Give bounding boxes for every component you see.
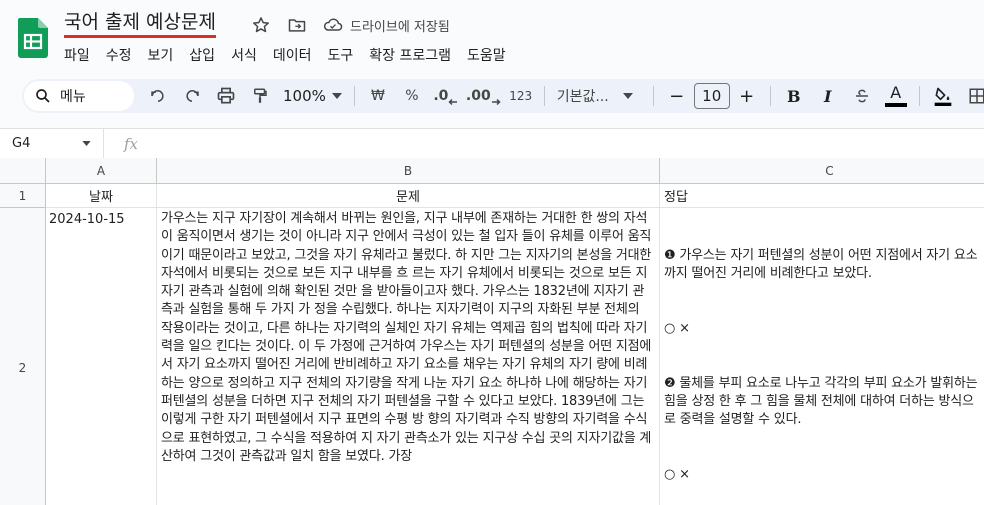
redo-icon xyxy=(186,90,199,102)
answer-mark-2: ○ × xyxy=(664,467,690,483)
more-formats-button[interactable]: 123 xyxy=(507,82,535,110)
name-box-value: G4 xyxy=(12,136,31,151)
toolbar-divider xyxy=(652,86,654,106)
menu-view[interactable]: 보기 xyxy=(140,44,182,68)
menu-bar: 파일 수정 보기 삽입 서식 데이터 도구 확장 프로그램 도움말 xyxy=(56,44,514,68)
menu-help[interactable]: 도움말 xyxy=(459,44,514,68)
search-menus-label: 메뉴 xyxy=(60,89,86,105)
answer-mark-1: ○ × xyxy=(664,320,690,336)
dropdown-arrow-icon xyxy=(82,141,91,146)
cell-a2[interactable]: 2024-10-15 xyxy=(46,208,157,505)
select-all-corner[interactable] xyxy=(0,158,46,184)
date-value: 2024-10-15 xyxy=(49,212,125,227)
fill-color-icon xyxy=(934,87,952,106)
zoom-value: 100% xyxy=(283,87,326,105)
paint-format-icon xyxy=(254,88,267,103)
title-bar: 국어 출제 예상문제 드라이브에 저장됨 파일 수정 보기 삽입 서식 데이터 … xyxy=(0,0,984,72)
arrow-left-icon xyxy=(448,98,458,106)
bold-button[interactable]: B xyxy=(780,82,808,110)
formula-bar: G4 fx xyxy=(0,128,984,159)
menu-format[interactable]: 서식 xyxy=(223,44,265,68)
row-header-2[interactable]: 2 xyxy=(0,208,46,505)
format-currency-button[interactable]: ₩ xyxy=(364,82,392,110)
strikethrough-icon xyxy=(855,89,868,103)
font-family-value: 기본값... xyxy=(556,89,609,105)
fill-color-button[interactable] xyxy=(929,82,957,110)
text-color-swatch xyxy=(884,103,907,107)
decrease-font-size-button[interactable]: − xyxy=(663,82,691,110)
sheet-grid: A B C 1 2 날짜 문제 정답 2024-10-15 가우스는 지구 자기… xyxy=(0,158,984,505)
arrow-right-icon xyxy=(491,98,501,106)
dropdown-arrow-icon xyxy=(622,93,633,99)
toolbar-divider xyxy=(543,86,545,106)
cell-b1[interactable]: 문제 xyxy=(157,184,660,208)
answer-text: ❶ 가우스는 자기 퍼텐셜의 성분이 어떤 지점에서 자기 요소까지 떨어진 거… xyxy=(660,208,984,505)
menu-edit[interactable]: 수정 xyxy=(98,44,140,68)
cloud-saved-icon[interactable] xyxy=(322,14,344,36)
star-icon[interactable] xyxy=(250,14,272,36)
menu-data[interactable]: 데이터 xyxy=(265,44,320,68)
format-percent-button[interactable]: % xyxy=(398,82,426,110)
answer-statement-1: ❶ 가우스는 자기 퍼텐셜의 성분이 어떤 지점에서 자기 요소까지 떨어진 거… xyxy=(664,247,978,281)
toolbar-divider xyxy=(353,86,355,106)
cell-c2[interactable]: ❶ 가우스는 자기 퍼텐셜의 성분이 어떤 지점에서 자기 요소까지 떨어진 거… xyxy=(660,208,984,505)
answer-statement-2: ❷ 물체를 부피 요소로 나누고 각각의 부피 요소가 발휘하는 힘을 상정 한… xyxy=(664,375,982,428)
dropdown-arrow-icon xyxy=(331,93,342,99)
print-icon xyxy=(217,87,235,104)
undo-button[interactable] xyxy=(144,82,172,110)
fx-icon: fx xyxy=(124,134,139,153)
document-title[interactable]: 국어 출제 예상문제 xyxy=(64,10,216,38)
menu-insert[interactable]: 삽입 xyxy=(181,44,223,68)
cell-b2[interactable]: 가우스는 지구 자기장이 계속해서 바뀌는 원인을, 지구 내부에 존재하는 거… xyxy=(157,208,660,505)
borders-button[interactable] xyxy=(963,82,984,110)
question-text: 가우스는 지구 자기장이 계속해서 바뀌는 원인을, 지구 내부에 존재하는 거… xyxy=(161,211,656,464)
borders-icon xyxy=(969,88,984,104)
menu-extensions[interactable]: 확장 프로그램 xyxy=(361,44,459,68)
decrease-decimal-button[interactable]: .0 xyxy=(432,82,460,110)
strikethrough-button[interactable] xyxy=(848,82,876,110)
column-header-b[interactable]: B xyxy=(157,158,660,184)
toolbar: 메뉴 100% ₩ % .0 .00 123 기본값... − 10 + B I xyxy=(22,79,984,113)
toolbar-divider xyxy=(769,86,771,106)
menu-tools[interactable]: 도구 xyxy=(319,44,361,68)
cell-a1[interactable]: 날짜 xyxy=(46,184,157,208)
cell-c1[interactable]: 정답 xyxy=(660,184,984,208)
search-menus-box[interactable]: 메뉴 xyxy=(24,81,134,111)
font-size-input[interactable]: 10 xyxy=(693,83,730,109)
redo-button[interactable] xyxy=(178,82,206,110)
name-box[interactable]: G4 xyxy=(0,128,104,159)
sheets-logo-icon[interactable] xyxy=(18,18,48,58)
increase-font-size-button[interactable]: + xyxy=(733,82,761,110)
paint-format-button[interactable] xyxy=(246,82,274,110)
undo-icon xyxy=(151,90,164,102)
move-to-folder-icon[interactable] xyxy=(286,14,308,36)
italic-button[interactable]: I xyxy=(814,82,842,110)
title-actions: 드라이브에 저장됨 xyxy=(250,14,450,36)
menu-file[interactable]: 파일 xyxy=(56,44,98,68)
column-header-a[interactable]: A xyxy=(46,158,157,184)
search-icon xyxy=(36,89,50,103)
increase-decimal-label: .00 xyxy=(465,88,491,104)
zoom-select[interactable]: 100% xyxy=(277,87,348,105)
print-button[interactable] xyxy=(212,82,240,110)
row-header-1[interactable]: 1 xyxy=(0,184,46,208)
font-family-select[interactable]: 기본값... xyxy=(551,86,647,106)
text-color-button[interactable]: A xyxy=(882,82,910,110)
toolbar-divider xyxy=(918,86,920,106)
increase-decimal-button[interactable]: .00 xyxy=(466,82,501,110)
text-color-letter: A xyxy=(890,83,902,102)
decrease-decimal-label: .0 xyxy=(433,88,449,104)
column-header-c[interactable]: C xyxy=(660,158,984,184)
save-status: 드라이브에 저장됨 xyxy=(350,19,450,35)
